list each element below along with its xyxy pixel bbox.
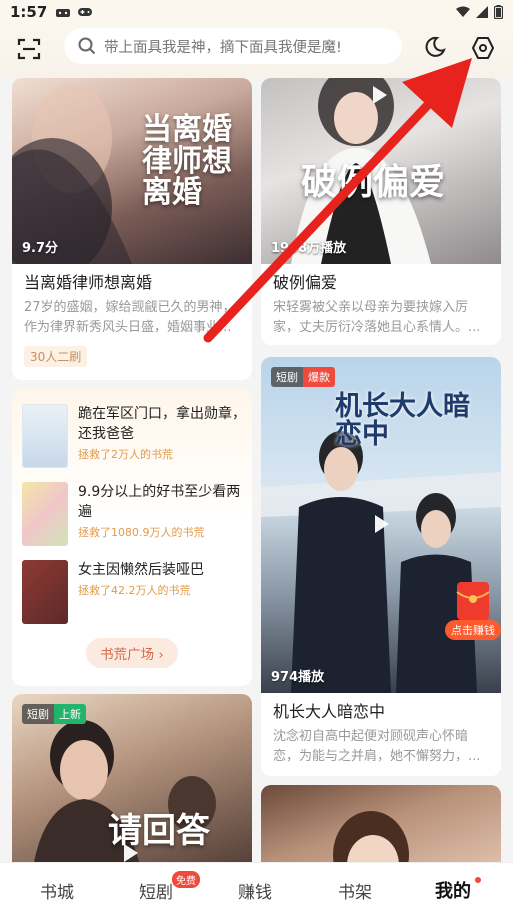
cover-title: 机长大人暗恋中 — [335, 391, 470, 451]
book-desc: 27岁的盛姻，嫁给觊觎已久的男神，作为律界新秀风头日盛，婚姻事业... — [24, 300, 236, 335]
android-icon — [56, 9, 71, 17]
night-mode-button[interactable] — [423, 35, 449, 61]
rating-label: 9.7分 — [22, 241, 59, 256]
rec-sub: 拯救了1080.9万人的书荒 — [78, 526, 205, 539]
book-shortage-card: 跪在军区门口，拿出勋章，还我爸爸 拯救了2万人的书荒 9.9分以上的好书至少看两… — [12, 388, 252, 686]
cover-title: 破例偏爱 — [301, 161, 446, 203]
cover-art — [333, 811, 409, 862]
reread-tag: 30人二刷 — [24, 346, 88, 367]
search-placeholder: 带上面具我是神，摘下面具我便是魔! — [104, 39, 342, 56]
red-packet-widget[interactable]: 点击赚钱 — [445, 582, 501, 640]
rec-thumb — [22, 482, 68, 546]
free-badge: 免费 — [172, 871, 200, 888]
wifi-icon — [456, 6, 470, 17]
drama-tag: 短剧 — [22, 704, 54, 724]
drama-badges: 短剧 上新 — [22, 704, 86, 724]
nav-bookstore[interactable]: 书城 — [40, 878, 74, 903]
book-title: 破例偏爱 — [273, 273, 338, 292]
scan-icon — [17, 38, 41, 60]
notification-dot — [475, 877, 481, 883]
gamepad-icon — [78, 8, 93, 16]
book-card[interactable]: 破例偏爱 1908万播放 破例偏爱 宋轻雾被父亲以母亲为要挟嫁入厉家，丈夫厉衍冷… — [261, 78, 501, 345]
play-count: 1908万播放 — [271, 241, 347, 256]
play-icon — [124, 844, 138, 862]
top-bar: 带上面具我是神，摘下面具我便是魔! — [0, 24, 513, 78]
drama-cover: 短剧 上新 请回答 — [12, 694, 252, 862]
cover-title: 当离婚律师想离婚 — [142, 112, 232, 210]
nav-earn[interactable]: 赚钱 — [238, 878, 272, 903]
search-bar[interactable]: 带上面具我是神，摘下面具我便是魔! — [64, 28, 402, 64]
rec-item[interactable]: 跪在军区门口，拿出勋章，还我爸爸 拯救了2万人的书荒 — [22, 404, 247, 468]
rec-item[interactable]: 9.9分以上的好书至少看两遍 拯救了1080.9万人的书荒 — [22, 482, 247, 546]
bottom-nav: 书城 短剧 免费 赚钱 书架 我的 — [0, 862, 513, 912]
rec-title: 跪在军区门口，拿出勋章，还我爸爸 — [78, 406, 246, 442]
book-card[interactable]: 当离婚律师想离婚 9.7分 当离婚律师想离婚 27岁的盛姻，嫁给觊觎已久的男神，… — [12, 78, 252, 380]
book-desc: 宋轻雾被父亲以母亲为要挟嫁入厉家，丈夫厉衍冷落她且心系情人。... — [273, 300, 481, 335]
status-bar: 1:57 — [0, 0, 513, 24]
rec-sub: 拯救了42.2万人的书荒 — [78, 584, 191, 597]
book-plaza-button[interactable]: 书荒广场 › — [86, 638, 178, 668]
red-packet-label: 点击赚钱 — [445, 620, 501, 640]
rec-thumb — [22, 560, 68, 624]
rec-sub: 拯救了2万人的书荒 — [78, 448, 173, 461]
drama-desc: 沈念初自高中起便对顾砚声心怀暗恋，为能与之并肩，她不懈努力，... — [273, 729, 481, 764]
scan-button[interactable] — [16, 36, 42, 62]
moon-icon — [425, 36, 446, 57]
drama-card[interactable]: 短剧 上新 请回答 — [12, 694, 252, 862]
new-tag: 上新 — [54, 704, 86, 724]
gear-icon — [472, 37, 494, 59]
nav-mine[interactable]: 我的 — [435, 877, 471, 903]
play-icon — [373, 86, 387, 104]
drama-title: 机长大人暗恋中 — [273, 702, 386, 721]
red-packet-icon — [456, 582, 490, 620]
signal-icon — [476, 6, 488, 18]
hot-tag: 爆款 — [303, 367, 335, 387]
book-feed[interactable]: 当离婚律师想离婚 9.7分 当离婚律师想离婚 27岁的盛姻，嫁给觊觎已久的男神，… — [0, 78, 513, 862]
book-cover — [261, 785, 501, 862]
rec-item[interactable]: 女主因懒然后装哑巴 拯救了42.2万人的书荒 — [22, 560, 247, 624]
rec-thumb — [22, 404, 68, 468]
nav-drama[interactable]: 短剧 — [139, 878, 173, 903]
book-card[interactable] — [261, 785, 501, 862]
book-title: 当离婚律师想离婚 — [24, 273, 153, 292]
play-icon — [375, 515, 389, 533]
status-time: 1:57 — [10, 3, 48, 21]
rec-title: 9.9分以上的好书至少看两遍 — [78, 484, 241, 520]
drama-tag: 短剧 — [271, 367, 303, 387]
settings-button[interactable] — [470, 35, 498, 63]
battery-icon — [494, 5, 503, 19]
book-cover: 当离婚律师想离婚 9.7分 — [12, 78, 252, 264]
drama-cover: 短剧 爆款 机长大人暗恋中 974播放 — [261, 357, 501, 693]
drama-card[interactable]: 短剧 爆款 机长大人暗恋中 974播放 机长大人暗恋中 沈念初自高中起便对顾砚声… — [261, 357, 501, 776]
nav-bookshelf[interactable]: 书架 — [338, 878, 372, 903]
status-notification-icons — [55, 6, 93, 18]
drama-badges: 短剧 爆款 — [271, 367, 335, 387]
search-icon — [78, 37, 96, 55]
play-count: 974播放 — [271, 670, 325, 685]
rec-title: 女主因懒然后装哑巴 — [78, 562, 204, 578]
book-cover: 破例偏爱 1908万播放 — [261, 78, 501, 264]
